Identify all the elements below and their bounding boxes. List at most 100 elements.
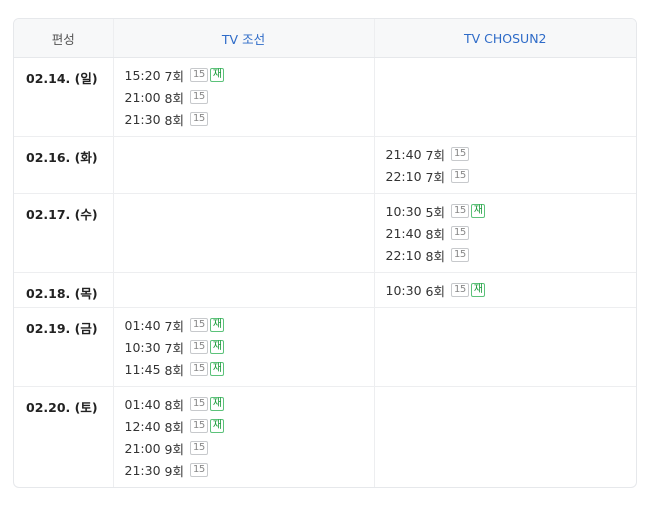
broadcast-slot[interactable]: 21:40 7회 15 (386, 143, 637, 165)
rerun-badge: 재 (470, 204, 486, 218)
slot-time: 01:40 (124, 396, 161, 412)
date-cell: 02.19. (금) (14, 307, 113, 387)
broadcast-slot[interactable]: 15:20 7회 15 재 (125, 64, 374, 86)
age-rating-badge: 15 (189, 362, 208, 376)
table-row: 02.20. (토) 01:40 8회 15 재 12:40 8회 15 재 21:00 9회 15 2… (14, 386, 636, 487)
age-rating-badge: 15 (189, 68, 208, 82)
tv-chosun2-slots-cell (373, 57, 636, 137)
slot-time: 01:40 (124, 317, 161, 333)
broadcast-slot[interactable]: 22:10 7회 15 (386, 165, 637, 187)
age-rating-badge: 15 (189, 90, 208, 104)
tv-chosun-slots-cell (112, 136, 374, 194)
tv-chosun2-slots-cell: 10:30 5회 15 재 21:40 8회 15 22:10 8회 15 (373, 193, 637, 273)
age-rating-badge: 15 (189, 340, 208, 354)
broadcast-slot[interactable]: 01:40 7회 15 재 (125, 314, 374, 336)
slot-episode: 8회 (164, 112, 184, 128)
slot-time: 22:10 (385, 247, 422, 263)
tv-chosun2-slots-cell: 10:30 6회 15 재 (373, 272, 637, 308)
slot-time: 21:40 (385, 225, 422, 241)
rerun-badge: 재 (470, 283, 486, 297)
table-row: 02.19. (금) 01:40 7회 15 재 10:30 7회 15 재 11:45 8회 15 재 (14, 307, 636, 387)
broadcast-slot[interactable]: 21:40 8회 15 (386, 222, 637, 244)
slot-episode: 8회 (164, 90, 184, 106)
age-rating-badge: 15 (450, 204, 469, 218)
table-row: 02.14. (일) 15:20 7회 15 재 21:00 8회 15 21:30 8회 15 (14, 57, 636, 137)
tv-chosun-slots-cell: 01:40 8회 15 재 12:40 8회 15 재 21:00 9회 15 21:30 9회 15 (112, 386, 374, 487)
rerun-badge: 재 (209, 340, 225, 354)
rerun-badge: 재 (209, 419, 225, 433)
age-rating-badge: 15 (189, 463, 208, 477)
tv-chosun-slots-cell: 15:20 7회 15 재 21:00 8회 15 21:30 8회 15 (112, 57, 374, 137)
slot-time: 21:40 (385, 146, 422, 162)
date-cell: 02.16. (화) (14, 136, 113, 194)
slot-time: 15:20 (124, 67, 161, 83)
table-row: 02.16. (화) 21:40 7회 15 22:10 7회 15 (14, 136, 637, 194)
rerun-badge: 재 (209, 318, 225, 332)
broadcast-slot[interactable]: 10:30 7회 15 재 (125, 336, 374, 358)
broadcast-slot[interactable]: 22:10 8회 15 (386, 244, 637, 266)
slot-episode: 8회 (164, 419, 184, 435)
rerun-badge: 재 (209, 397, 225, 411)
table-row: 02.17. (수) 10:30 5회 15 재 21:40 8회 15 22:10 8회 15 (14, 193, 637, 273)
age-rating-badge: 15 (189, 419, 208, 433)
slot-episode: 7회 (164, 340, 184, 356)
table-row: 02.18. (목) 10:30 6회 15 재 (14, 272, 637, 308)
slot-time: 10:30 (385, 282, 422, 298)
age-rating-badge: 15 (450, 169, 469, 183)
tv-chosun2-slots-cell (373, 307, 636, 387)
date-cell: 02.14. (일) (14, 57, 113, 137)
slot-time: 10:30 (385, 203, 422, 219)
broadcast-slot[interactable]: 21:00 9회 15 (125, 437, 374, 459)
tv-chosun2-slots-cell (373, 386, 636, 487)
table-body: 02.14. (일) 15:20 7회 15 재 21:00 8회 15 21:30 8회 15 02… (14, 57, 637, 487)
date-cell: 02.20. (토) (26, 400, 98, 415)
slot-episode: 8회 (164, 362, 184, 378)
slot-time: 21:30 (124, 111, 161, 127)
broadcast-schedule-table: 편성 TV 조선 TV CHOSUN2 02.14. (일) 15:20 7회 15 재… (14, 19, 636, 487)
age-rating-badge: 15 (189, 441, 208, 455)
slot-time: 21:30 (124, 462, 161, 478)
header-channel-tv-chosun: TV 조선 (112, 19, 374, 58)
date-cell: 02.17. (수) (14, 193, 113, 273)
slot-episode: 8회 (425, 226, 445, 242)
age-rating-badge: 15 (450, 248, 469, 262)
rerun-badge: 재 (209, 68, 225, 82)
slot-time: 21:00 (124, 440, 161, 456)
slot-time: 21:00 (124, 89, 161, 105)
age-rating-badge: 15 (450, 226, 469, 240)
date-cell: 02.18. (목) (14, 272, 113, 308)
slot-episode: 6회 (425, 283, 445, 299)
slot-time: 12:40 (124, 418, 161, 434)
broadcast-slot[interactable]: 11:45 8회 15 재 (125, 358, 374, 380)
slot-episode: 9회 (164, 441, 184, 457)
broadcast-slot[interactable]: 10:30 6회 15 재 (386, 279, 637, 301)
table-header-row: 편성 TV 조선 TV CHOSUN2 (14, 19, 636, 58)
header-schedule: 편성 (14, 19, 113, 58)
slot-episode: 8회 (425, 248, 445, 264)
tv-chosun-slots-cell (112, 272, 374, 308)
age-rating-badge: 15 (450, 283, 469, 297)
slot-time: 22:10 (385, 168, 422, 184)
slot-time: 11:45 (124, 361, 161, 377)
broadcast-slot[interactable]: 01:40 8회 15 재 (125, 393, 374, 415)
age-rating-badge: 15 (189, 112, 208, 126)
slot-episode: 5회 (425, 204, 445, 220)
age-rating-badge: 15 (189, 318, 208, 332)
tv-chosun-slots-cell: 01:40 7회 15 재 10:30 7회 15 재 11:45 8회 15 재 (112, 307, 374, 387)
slot-episode: 9회 (164, 463, 184, 479)
slot-episode: 7회 (425, 147, 445, 163)
slot-episode: 7회 (164, 68, 184, 84)
broadcast-slot[interactable]: 21:30 8회 15 (125, 108, 374, 130)
slot-episode: 7회 (425, 169, 445, 185)
broadcast-slot[interactable]: 21:00 8회 15 (125, 86, 374, 108)
broadcast-slot[interactable]: 10:30 5회 15 재 (386, 200, 637, 222)
schedule-table-container: 편성 TV 조선 TV CHOSUN2 02.14. (일) 15:20 7회 15 재… (13, 18, 637, 488)
age-rating-badge: 15 (189, 397, 208, 411)
slot-time: 10:30 (124, 339, 161, 355)
rerun-badge: 재 (209, 362, 225, 376)
slot-episode: 8회 (164, 397, 184, 413)
broadcast-slot[interactable]: 21:30 9회 15 (125, 459, 374, 481)
tv-chosun2-slots-cell: 21:40 7회 15 22:10 7회 15 (373, 136, 637, 194)
broadcast-slot[interactable]: 12:40 8회 15 재 (125, 415, 374, 437)
header-channel-tv-chosun2: TV CHOSUN2 (373, 19, 636, 58)
